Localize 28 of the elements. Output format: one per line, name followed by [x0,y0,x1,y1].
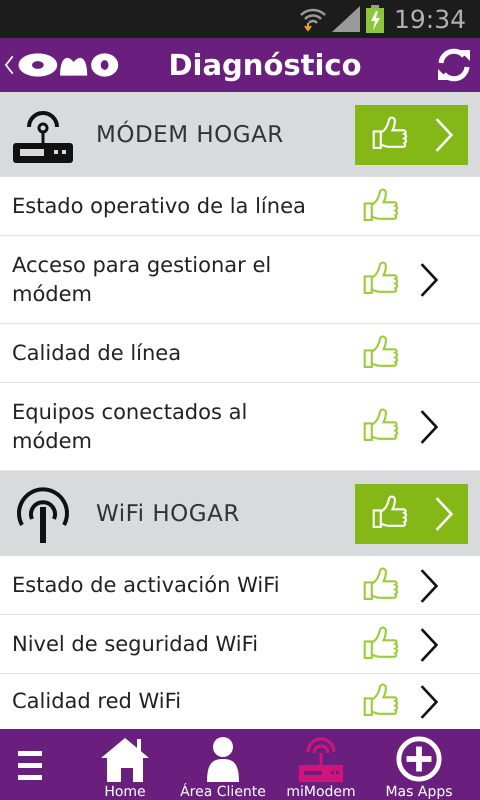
row-label: Estado de activación WiFi [12,572,281,599]
nav-tab[interactable]: miModem [272,736,370,800]
menu-button[interactable] [18,749,42,781]
row-label: Acceso para gestionar el módem [12,252,272,308]
diagnostic-row[interactable]: Estado de activación WiFi [0,556,480,615]
row-label: Calidad red WiFi [12,688,182,715]
section-title: MÓDEM HOGAR [96,122,285,148]
diagnostic-row[interactable]: Nivel de seguridad WiFi [0,615,480,674]
row-label: Calidad de línea [12,340,182,367]
nav-tab[interactable]: Home [76,736,174,800]
section-title: WiFi HOGAR [96,500,241,526]
row-label: Equipos conectados al módem [12,399,248,455]
battery-icon [366,5,384,33]
signal-icon [332,6,360,32]
home-icon [101,736,149,782]
nav-tab[interactable]: Área Cliente [174,736,272,800]
refresh-button[interactable] [436,47,472,83]
nav-tab[interactable]: Mas Apps [370,736,468,800]
person-icon [206,736,240,782]
row-label: Nivel de seguridad WiFi [12,631,260,658]
diagnostic-row[interactable]: Calidad red WiFi [0,674,480,729]
screen-title: Diagnóstico [168,48,362,82]
clock: 19:34 [394,4,466,34]
diagnostic-row[interactable]: Acceso para gestionar el módem [0,236,480,324]
row-label: Estado operativo de la línea [12,193,307,220]
router-icon [298,736,344,782]
wifi-icon [300,6,326,32]
add-icon [395,736,443,782]
